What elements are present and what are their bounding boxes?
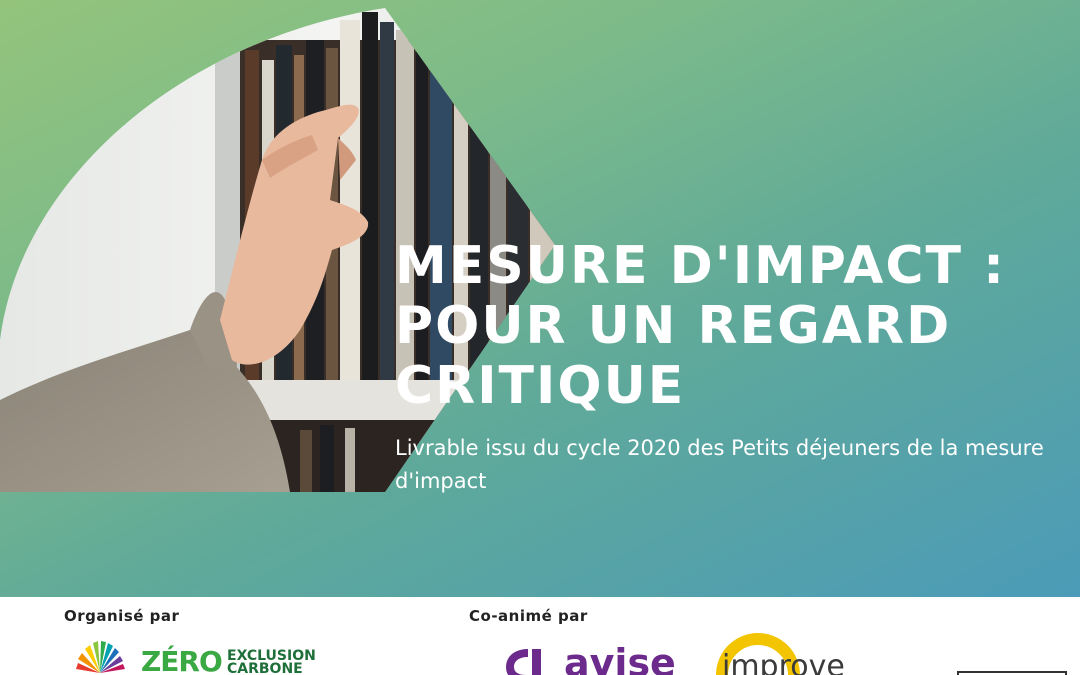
avise-mark-icon: [506, 649, 541, 675]
improve-wordmark: improve: [722, 649, 845, 675]
improve-logo: improve: [712, 625, 912, 675]
zero-exclusion-carbone-logo: ZÉRO EXCLUSION CARBONE: [141, 645, 316, 675]
sunburst-logo-icon: [70, 635, 130, 675]
page-subtitle: Livrable issu du cycle 2020 des Petits d…: [395, 436, 1044, 493]
zero-logo-word: ZÉRO: [141, 645, 223, 675]
partner-logo-frame: [957, 671, 1067, 675]
avise-wordmark: avise: [564, 641, 676, 675]
zero-logo-carbone: CARBONE: [227, 661, 303, 675]
page-title: MESURE D'IMPACT : POUR UN REGARD CRITIQU…: [395, 236, 1006, 416]
coanimated-by-label: Co-animé par: [469, 607, 588, 625]
avise-logo: avise: [502, 639, 702, 675]
hero-banner: MESURE D'IMPACT : POUR UN REGARD CRITIQU…: [0, 0, 1080, 597]
organized-by-label: Organisé par: [64, 607, 180, 625]
partners-footer: Organisé par Co-animé par ZÉRO EXCLUSION…: [0, 597, 1080, 675]
